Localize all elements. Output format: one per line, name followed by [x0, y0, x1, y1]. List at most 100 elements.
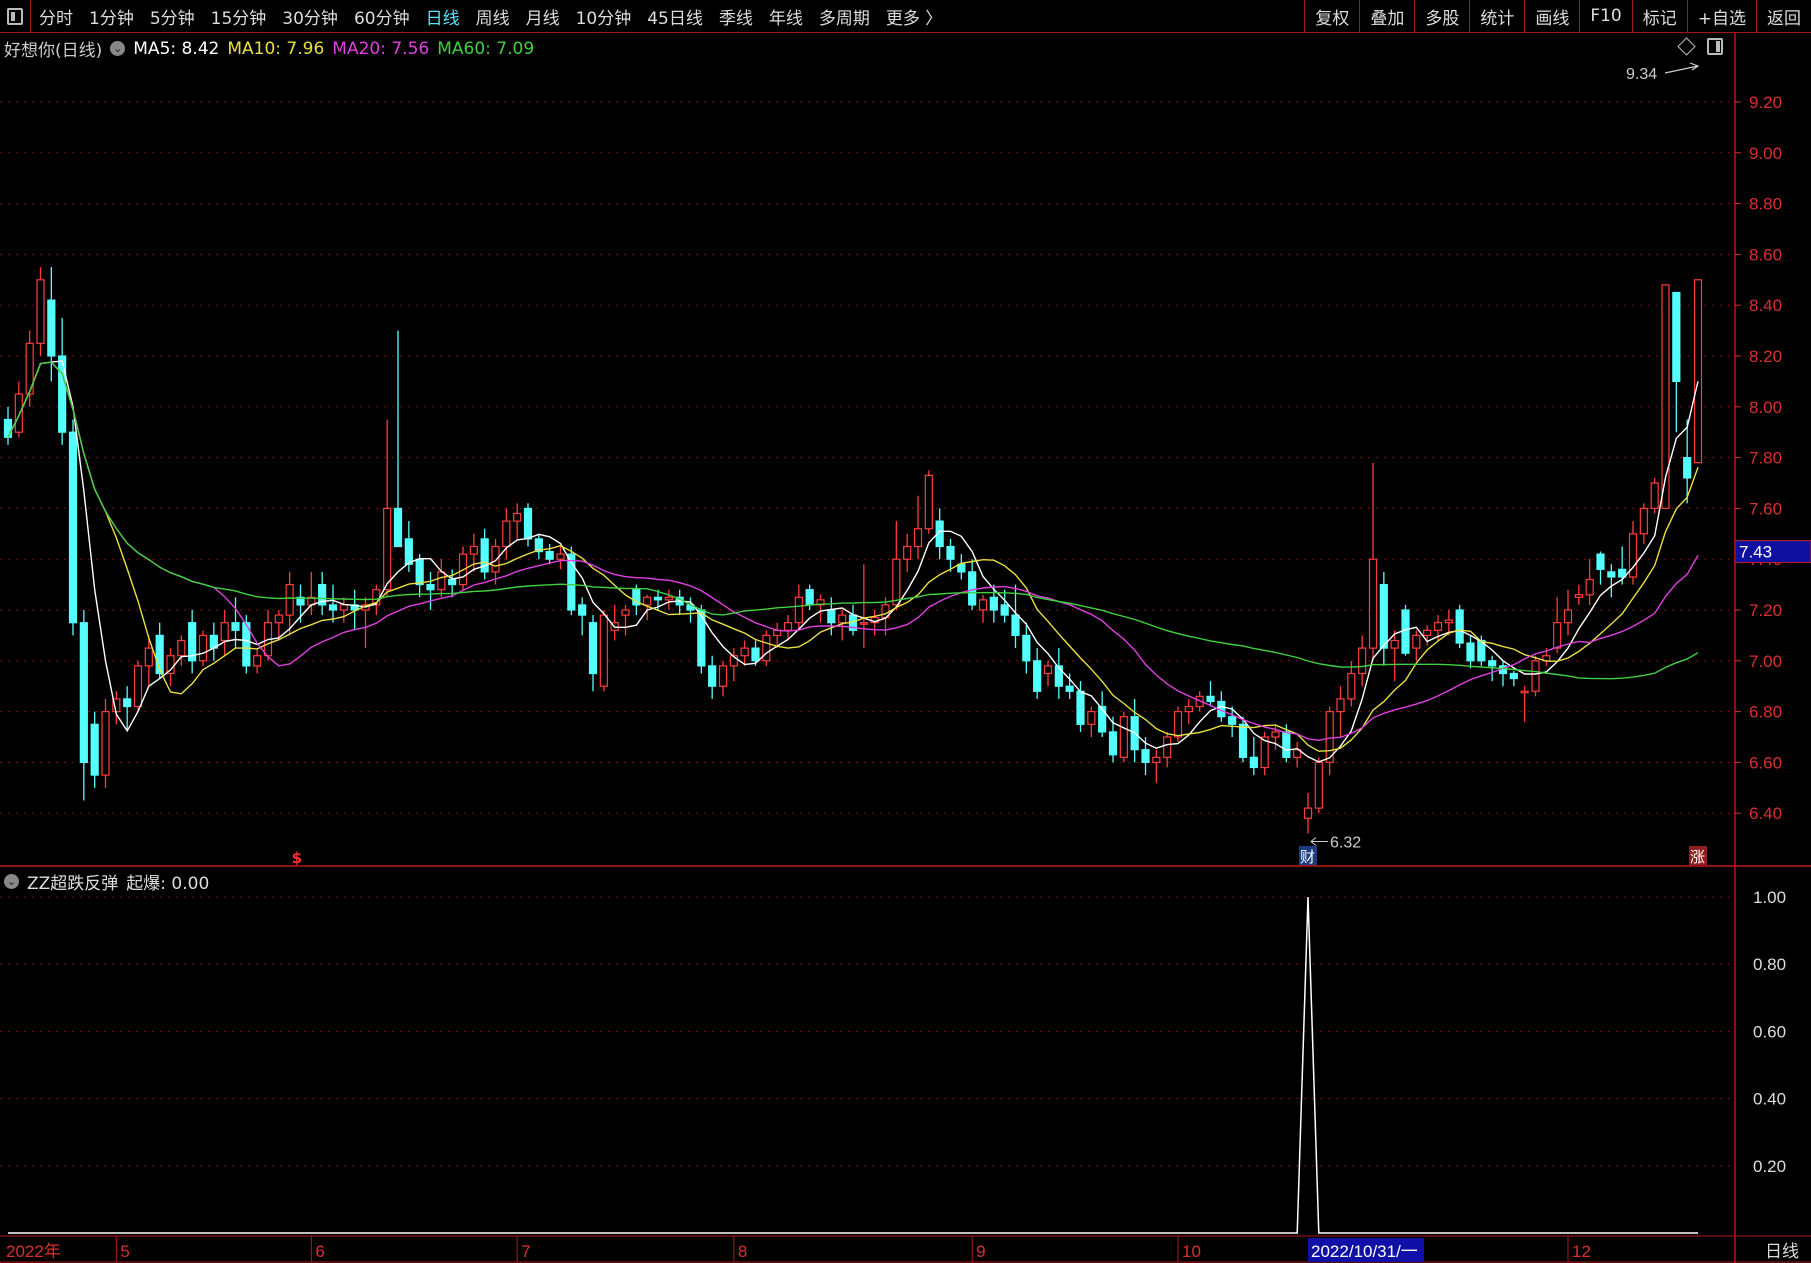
candle: [90, 711, 99, 788]
period-tab[interactable]: 周线: [468, 4, 518, 29]
candle: [1423, 625, 1432, 646]
candle-body: [1228, 716, 1237, 725]
candle-body: [1379, 583, 1388, 649]
candle-body: [859, 622, 868, 625]
period-tab[interactable]: 5分钟: [142, 4, 203, 29]
kline-chart[interactable]: 9.209.008.808.608.408.208.007.807.607.40…: [0, 0, 1811, 1263]
period-tab[interactable]: 1分钟: [81, 4, 142, 29]
candle: [1303, 792, 1313, 834]
period-tab[interactable]: 30分钟: [274, 4, 346, 29]
candle: [523, 503, 533, 547]
period-tab[interactable]: 60分钟: [346, 4, 418, 29]
period-tab[interactable]: 月线: [518, 4, 568, 29]
candle: [1607, 564, 1616, 598]
candle: [1336, 686, 1345, 737]
candle: [209, 622, 218, 661]
toolbar-button[interactable]: 多股: [1414, 0, 1469, 32]
candle: [545, 543, 554, 565]
candle: [1325, 706, 1334, 776]
candle: [1152, 749, 1161, 783]
side-panel-icon[interactable]: [1707, 38, 1723, 55]
candle-body: [469, 545, 478, 555]
period-tab[interactable]: 分时: [31, 4, 81, 29]
candle: [675, 589, 684, 616]
panel-toggle-icon[interactable]: [0, 0, 31, 32]
price-label: 6.40: [1749, 804, 1782, 823]
candle: [1314, 757, 1323, 814]
candle-body: [491, 545, 500, 573]
diamond-icon[interactable]: [1677, 37, 1696, 56]
period-tab[interactable]: 更多 〉: [878, 4, 950, 29]
candle: [1672, 291, 1681, 433]
candle-body: [1336, 698, 1345, 713]
indicator-axis-label: 0.20: [1753, 1157, 1786, 1176]
candle: [123, 686, 132, 730]
period-tab[interactable]: 10分钟: [568, 4, 640, 29]
candle-body: [740, 647, 749, 657]
stock-title: 好想你(日线): [4, 41, 103, 61]
candle-body: [1433, 622, 1443, 631]
candle-body: [989, 596, 998, 611]
candle: [751, 640, 760, 666]
candle-body: [1206, 695, 1215, 703]
candle: [534, 533, 543, 560]
period-tab[interactable]: 季线: [711, 4, 761, 29]
toolbar: 分时 1分钟 5分钟 15分钟 30分钟 60分钟 日线 周线 月线 10分钟 45日线 季线 年线 多周…: [0, 0, 1811, 33]
candle-body: [253, 655, 262, 667]
candle: [599, 610, 608, 692]
toolbar-button[interactable]: 叠加: [1359, 0, 1414, 32]
period-tab[interactable]: 45日线: [639, 4, 711, 29]
candle-body: [1033, 660, 1042, 692]
collapse-icon[interactable]: ⌄: [4, 874, 19, 889]
toolbar-button[interactable]: 画线: [1524, 0, 1579, 32]
candle: [827, 597, 836, 636]
candle: [1119, 711, 1128, 763]
candle-body: [1520, 690, 1529, 694]
candle-body: [903, 545, 912, 560]
indicator-name: ZZ超跌反弹: [27, 874, 119, 894]
candle-body: [144, 647, 153, 667]
period-tab[interactable]: 年线: [761, 4, 811, 29]
toolbar-button[interactable]: 统计: [1469, 0, 1524, 32]
toolbar-button[interactable]: +自选: [1686, 0, 1756, 32]
toolbar-button[interactable]: F10: [1579, 0, 1631, 32]
candle-body: [1249, 756, 1258, 769]
candle: [133, 660, 143, 712]
candle: [426, 571, 435, 610]
candle-body: [1444, 619, 1453, 624]
candle: [1693, 279, 1703, 464]
candle: [1650, 477, 1659, 514]
candle: [892, 521, 901, 610]
toolbar-button[interactable]: 标记: [1631, 0, 1687, 32]
candle: [188, 610, 197, 674]
candle-body: [3, 418, 13, 438]
candle-body: [1423, 629, 1432, 637]
candle: [924, 470, 933, 534]
ma5-value: MA5: 8.42: [133, 38, 220, 59]
candle-body: [79, 622, 88, 764]
candle-body: [1650, 482, 1659, 509]
candle-body: [708, 665, 717, 687]
candle: [393, 330, 403, 548]
candle-body: [794, 596, 803, 624]
candle: [1390, 630, 1399, 682]
period-tab[interactable]: 日线: [418, 4, 468, 29]
ma60-value: MA60: 7.09: [437, 38, 535, 59]
candle: [708, 655, 717, 699]
candle: [913, 495, 923, 560]
rise-marker: 涨: [1690, 848, 1705, 866]
candle-body: [892, 558, 901, 606]
candle-body: [415, 558, 424, 586]
toolbar-button[interactable]: 返回: [1756, 0, 1811, 32]
candle: [621, 604, 630, 636]
period-tab[interactable]: 15分钟: [203, 4, 275, 29]
candle-body: [653, 596, 663, 601]
collapse-icon[interactable]: ⌄: [110, 41, 126, 56]
toolbar-button[interactable]: 复权: [1304, 0, 1359, 32]
candle: [177, 635, 186, 666]
candle: [1293, 742, 1302, 768]
price-label: 8.20: [1749, 347, 1782, 366]
period-tab[interactable]: 多周期: [811, 4, 878, 29]
candle-body: [913, 528, 923, 548]
candle-body: [838, 614, 847, 624]
